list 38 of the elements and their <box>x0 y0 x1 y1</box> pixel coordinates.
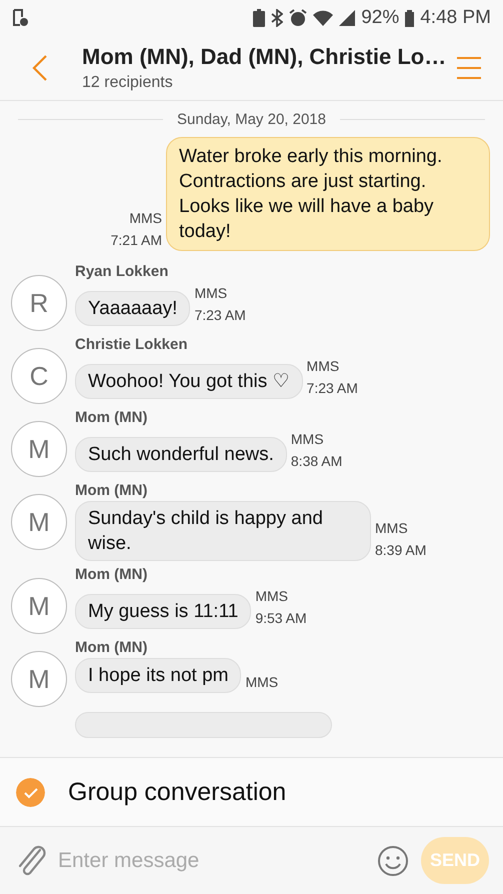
avatar: C <box>11 348 67 404</box>
message-type: MMS <box>306 357 340 376</box>
received-message-bubble: Woohoo! You got this ♡ <box>75 364 303 399</box>
sender-name: Mom (MN) <box>75 566 148 583</box>
sender-name: Mom (MN) <box>75 639 148 656</box>
sender-name: Ryan Lokken <box>75 263 170 280</box>
message-type: MMS <box>290 430 325 449</box>
message-time: 9:53 AM <box>255 609 307 628</box>
recipients-count: 12 recipients <box>82 74 174 92</box>
avatar: M <box>11 421 67 477</box>
message-type: MMS <box>255 587 289 606</box>
sender-name: Mom (MN) <box>75 482 148 499</box>
message-time: 8:39 AM <box>375 541 426 560</box>
message-type: MMS <box>128 209 162 228</box>
received-message-bubble: Such wonderful news. <box>75 437 287 472</box>
clock-time: 4:48 PM <box>420 7 491 29</box>
received-message-bubble: Yaaaaaay! <box>75 291 190 326</box>
message-time: 8:38 AM <box>290 452 342 471</box>
date-divider: Sunday, May 20, 2018 <box>177 111 326 128</box>
avatar: M <box>11 494 67 550</box>
message-time: 7:23 AM <box>306 379 358 398</box>
message-type: MMS <box>375 519 409 538</box>
sender-name: Christie Lokken <box>75 336 189 353</box>
received-message-bubble: My guess is 11:11 <box>75 594 252 629</box>
received-message-bubble: I hope its not pm <box>75 658 242 693</box>
message-type: MMS <box>194 284 228 303</box>
avatar: M <box>11 578 67 634</box>
sender-name: Mom (MN) <box>75 409 148 426</box>
avatar: R <box>11 275 67 331</box>
received-message-bubble: Sunday's child is happy and wise. <box>75 501 371 561</box>
avatar: M <box>11 651 67 707</box>
message-time: 7:21 AM <box>110 231 162 250</box>
message-time: 7:23 AM <box>194 306 246 325</box>
message-type: MMS <box>245 673 278 692</box>
sent-message-bubble: Water broke early this morning. Contractions are just starting. Looks like we will have a baby today! <box>166 137 490 251</box>
conversation-title: Mom (MN), Dad (MN), Christie Lo… <box>82 44 445 70</box>
battery-percent: 92% <box>361 7 400 29</box>
group-conversation-label: Group conversation <box>68 778 286 806</box>
